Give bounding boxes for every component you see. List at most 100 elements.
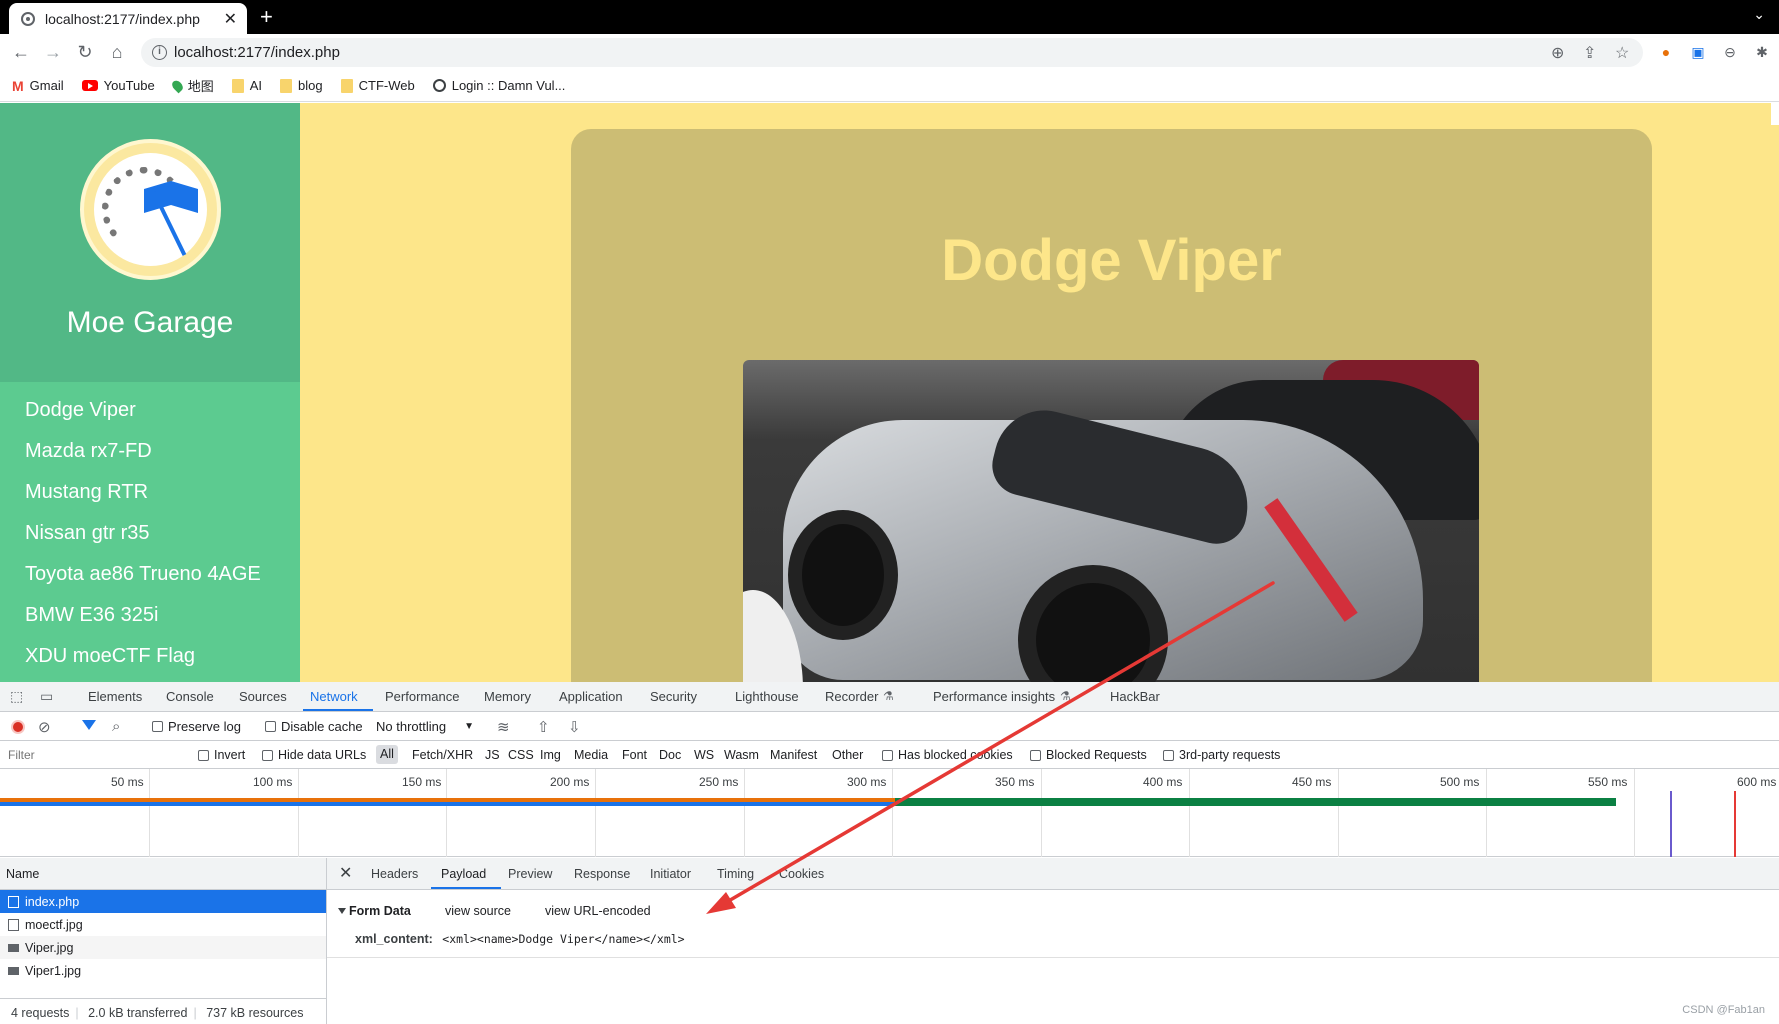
disable-cache-checkbox[interactable]: Disable cache: [265, 719, 363, 734]
reload-icon[interactable]: ↻: [74, 41, 96, 63]
tab-headers[interactable]: Headers: [371, 867, 418, 881]
forward-arrow-icon[interactable]: →: [42, 41, 64, 63]
preserve-log-checkbox[interactable]: Preserve log: [152, 719, 241, 734]
sidebar: Moe Garage Dodge Viper Mazda rx7-FD Must…: [0, 103, 300, 682]
tab-response[interactable]: Response: [574, 867, 630, 881]
bookmark-dvwa[interactable]: Login :: Damn Vul...: [432, 78, 565, 93]
nav-item-flag[interactable]: XDU moeCTF Flag: [25, 637, 261, 678]
third-party-checkbox[interactable]: 3rd-party requests: [1163, 748, 1280, 762]
filter-input[interactable]: [0, 741, 184, 768]
bookmark-youtube[interactable]: YouTube: [81, 78, 155, 93]
browser-tab[interactable]: localhost:2177/index.php ✕: [9, 3, 247, 34]
tab-memory[interactable]: Memory: [484, 689, 531, 704]
tab-performance-insights[interactable]: Performance insights: [933, 689, 1055, 704]
table-row[interactable]: moectf.jpg: [0, 913, 326, 936]
table-row[interactable]: index.php: [0, 890, 326, 913]
device-toggle-icon[interactable]: ▭: [40, 688, 53, 705]
filter-type-media[interactable]: Media: [574, 748, 608, 762]
filter-type-other[interactable]: Other: [832, 748, 863, 762]
filter-type-manifest[interactable]: Manifest: [770, 748, 817, 762]
column-header-name[interactable]: Name: [0, 858, 326, 890]
star-icon[interactable]: ☆: [1615, 43, 1629, 63]
address-bar[interactable]: i localhost:2177/index.php ⊕ ⇪ ☆: [141, 38, 1643, 67]
nav-item-mustang-rtr[interactable]: Mustang RTR: [25, 473, 261, 514]
throttling-select[interactable]: No throttling ▼: [376, 719, 474, 734]
table-row[interactable]: Viper.jpg: [0, 936, 326, 959]
filter-type-js[interactable]: JS: [485, 748, 500, 762]
bookmark-blog[interactable]: blog: [280, 78, 323, 93]
tab-lighthouse[interactable]: Lighthouse: [735, 689, 799, 704]
tab-hackbar[interactable]: HackBar: [1110, 689, 1160, 704]
filter-type-ws[interactable]: WS: [694, 748, 714, 762]
filter-type-img[interactable]: Img: [540, 748, 561, 762]
bookmark-maps[interactable]: 地图: [169, 76, 214, 95]
filter-type-font[interactable]: Font: [622, 748, 647, 762]
close-icon[interactable]: ✕: [339, 863, 352, 883]
info-icon[interactable]: i: [152, 45, 167, 60]
inspect-icon[interactable]: ⬚: [10, 688, 23, 705]
nav-item-dodge-viper[interactable]: Dodge Viper: [25, 391, 261, 432]
nav-item-mazda-rx7[interactable]: Mazda rx7-FD: [25, 432, 261, 473]
nav-item-toyota-ae86[interactable]: Toyota ae86 Trueno 4AGE: [25, 555, 261, 596]
tab-application[interactable]: Application: [559, 689, 623, 704]
page-scrollbar[interactable]: [1771, 103, 1779, 125]
new-tab-button[interactable]: +: [260, 3, 273, 31]
tab-performance[interactable]: Performance: [385, 689, 459, 704]
view-source-link[interactable]: view source: [445, 904, 511, 918]
site-brand: Moe Garage: [66, 306, 234, 339]
nav-item-bmw-e36[interactable]: BMW E36 325i: [25, 596, 261, 637]
record-icon[interactable]: [11, 720, 25, 734]
tab-security[interactable]: Security: [650, 689, 697, 704]
close-icon[interactable]: ✕: [224, 9, 237, 29]
view-url-encoded-link[interactable]: view URL-encoded: [545, 904, 651, 918]
tab-recorder[interactable]: Recorder: [825, 689, 878, 704]
tab-initiator[interactable]: Initiator: [650, 867, 691, 881]
table-row[interactable]: Viper1.jpg: [0, 959, 326, 982]
filter-type-fetch-xhr[interactable]: Fetch/XHR: [412, 748, 473, 762]
filter-type-css[interactable]: CSS: [508, 748, 534, 762]
wifi-settings-icon[interactable]: ≋: [497, 718, 510, 736]
tick-label: 600 ms: [1737, 775, 1777, 789]
download-icon[interactable]: ⇩: [568, 718, 581, 736]
nav-item-nissan-gtr[interactable]: Nissan gtr r35: [25, 514, 261, 555]
bookmark-ai[interactable]: AI: [231, 78, 262, 93]
search-icon[interactable]: ⌕: [112, 718, 120, 735]
hide-data-urls-checkbox[interactable]: Hide data URLs: [262, 748, 366, 762]
watermark: CSDN @Fab1an: [1682, 1004, 1765, 1016]
puzzle-icon[interactable]: ✱: [1753, 43, 1771, 61]
form-field-row: xml_content: <xml><name>Dodge Viper</nam…: [355, 932, 685, 946]
home-icon[interactable]: ⌂: [106, 41, 128, 63]
url-text[interactable]: localhost:2177/index.php: [174, 44, 340, 61]
tab-strip: localhost:2177/index.php ✕ + ⌄: [0, 0, 1779, 34]
share-icon[interactable]: ⇪: [1583, 43, 1596, 63]
chevron-down-icon[interactable]: ⌄: [1753, 6, 1765, 23]
tab-timing[interactable]: Timing: [717, 867, 754, 881]
form-data-toggle[interactable]: Form Data: [338, 904, 411, 918]
upload-icon[interactable]: ⇧: [537, 718, 550, 736]
blocked-requests-checkbox[interactable]: Blocked Requests: [1030, 748, 1147, 762]
minus-circle-icon[interactable]: ⊖: [1721, 43, 1739, 61]
invert-checkbox[interactable]: Invert: [198, 748, 245, 762]
tab-cookies[interactable]: Cookies: [779, 867, 824, 881]
has-blocked-cookies-checkbox[interactable]: Has blocked cookies: [882, 748, 1013, 762]
tab-elements[interactable]: Elements: [88, 689, 142, 704]
tab-sources[interactable]: Sources: [239, 689, 287, 704]
tab-payload[interactable]: Payload: [441, 867, 486, 881]
back-arrow-icon[interactable]: ←: [10, 41, 32, 63]
translate-icon[interactable]: ▣: [1689, 43, 1707, 61]
tab-preview[interactable]: Preview: [508, 867, 552, 881]
bookmark-gmail[interactable]: M Gmail: [12, 78, 64, 94]
tab-network[interactable]: Network: [310, 689, 358, 704]
tab-console[interactable]: Console: [166, 689, 214, 704]
filter-type-all[interactable]: All: [376, 745, 398, 764]
zoom-icon[interactable]: ⊕: [1551, 43, 1564, 63]
network-timeline[interactable]: 50 ms 100 ms 150 ms 200 ms 250 ms 300 ms…: [0, 769, 1779, 857]
tick-label: 100 ms: [253, 775, 293, 789]
filter-type-doc[interactable]: Doc: [659, 748, 681, 762]
tick-label: 450 ms: [1292, 775, 1332, 789]
filter-type-wasm[interactable]: Wasm: [724, 748, 759, 762]
clear-icon[interactable]: ⊘: [38, 718, 51, 736]
filter-icon[interactable]: [82, 720, 96, 730]
extension-avatar-icon[interactable]: ●: [1657, 43, 1675, 61]
bookmark-ctf-web[interactable]: CTF-Web: [340, 78, 415, 93]
